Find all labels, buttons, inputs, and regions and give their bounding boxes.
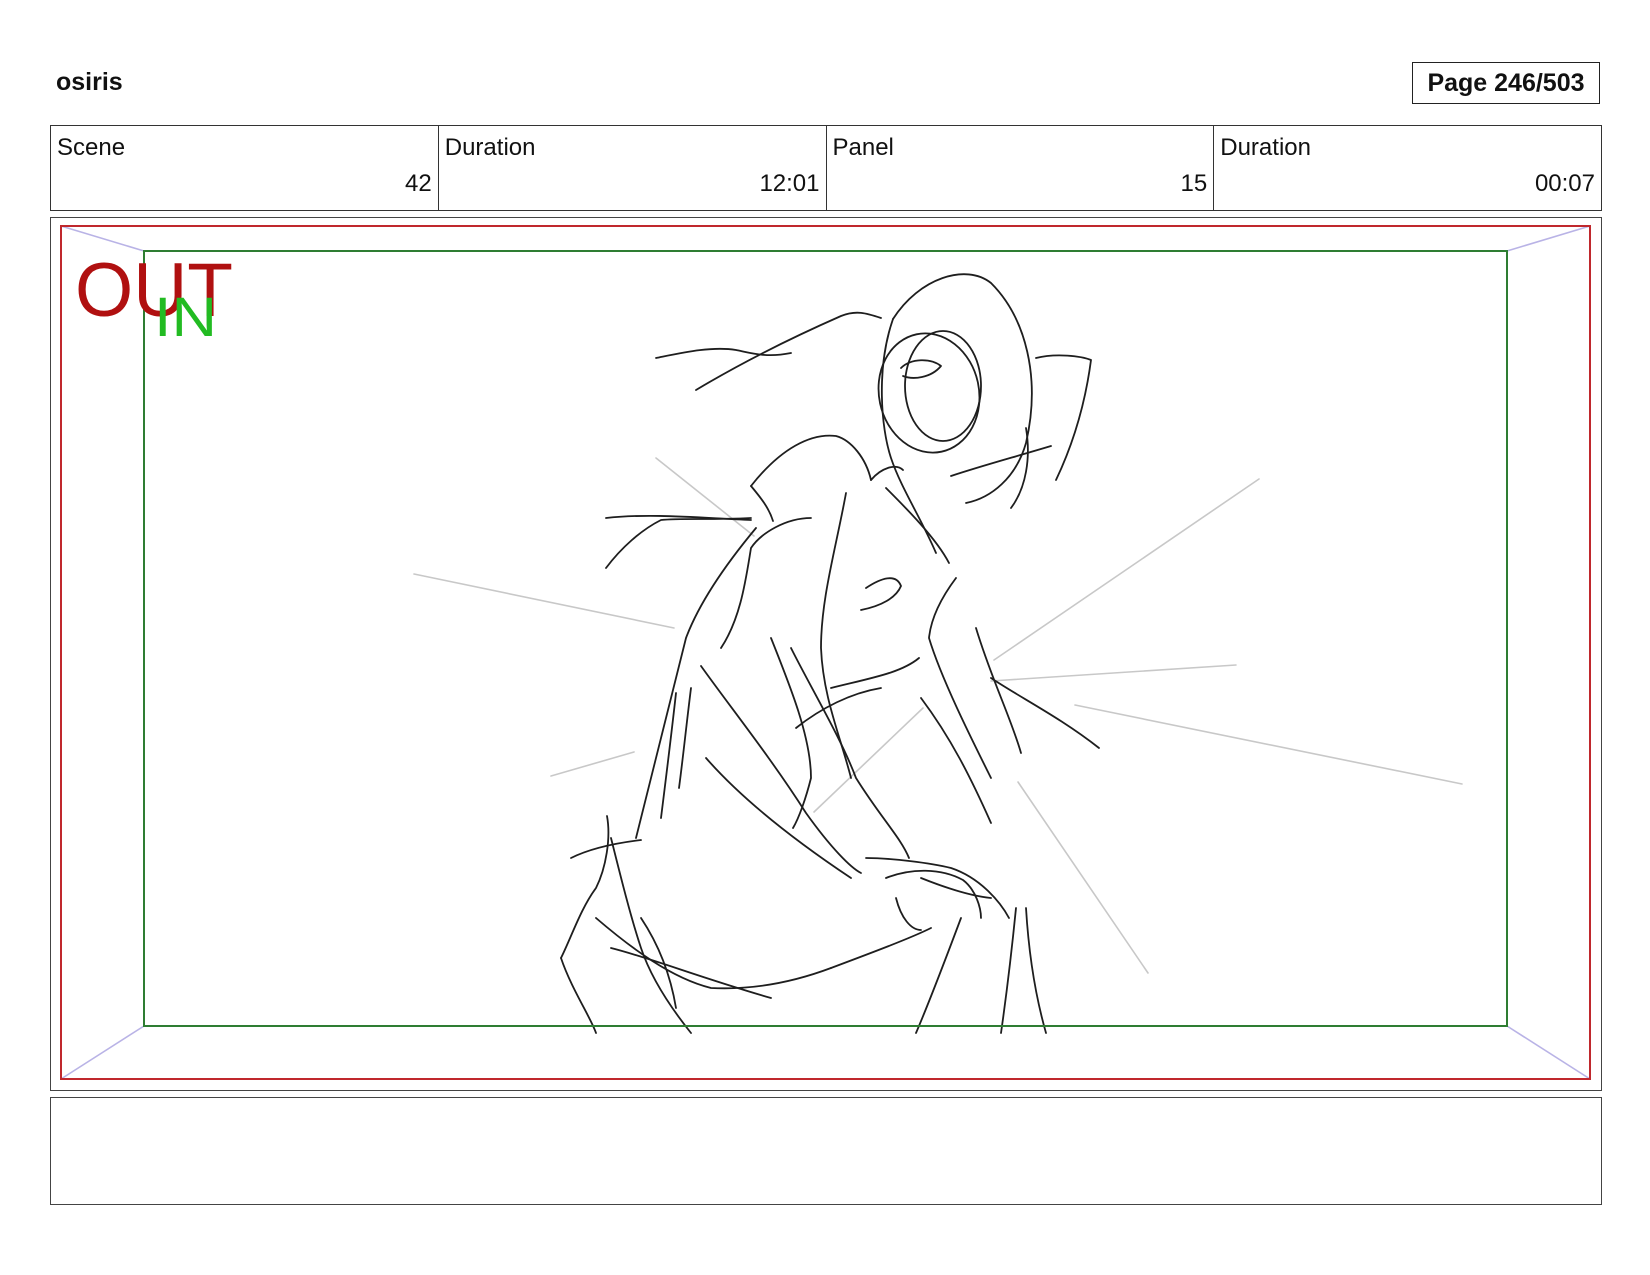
panel-duration-label: Duration [1220, 134, 1311, 161]
panel-duration-cell: Duration 00:07 [1214, 126, 1601, 210]
scene-duration-label: Duration [444, 134, 536, 161]
panel-label: Panel [832, 134, 894, 161]
info-table: Scene 42 Duration 12:01 Panel 15 Duratio… [50, 125, 1602, 211]
scene-cell: Scene 42 [51, 126, 439, 210]
project-title: osiris [56, 68, 123, 96]
scene-duration-value: 12:01 [759, 170, 820, 197]
panel-drawing: OUT IN [60, 225, 1591, 1080]
panel-cell: Panel 15 [827, 126, 1215, 210]
inner-frame [143, 250, 1508, 1027]
notes-box [50, 1097, 1602, 1205]
corner-guides [60, 225, 1591, 1080]
scene-value: 42 [405, 170, 432, 197]
panel-value: 15 [1180, 170, 1208, 197]
in-label: IN [154, 285, 217, 348]
outer-frame [60, 225, 1591, 1080]
scene-label: Scene [57, 134, 126, 161]
scene-duration-cell: Duration 12:01 [439, 126, 827, 210]
impact-lines [413, 457, 1463, 974]
character-sketch [560, 273, 1100, 1034]
page-counter: Page 246/503 [1412, 62, 1600, 104]
storyboard-panel: OUT IN [50, 217, 1602, 1091]
panel-duration-value: 00:07 [1534, 170, 1595, 197]
